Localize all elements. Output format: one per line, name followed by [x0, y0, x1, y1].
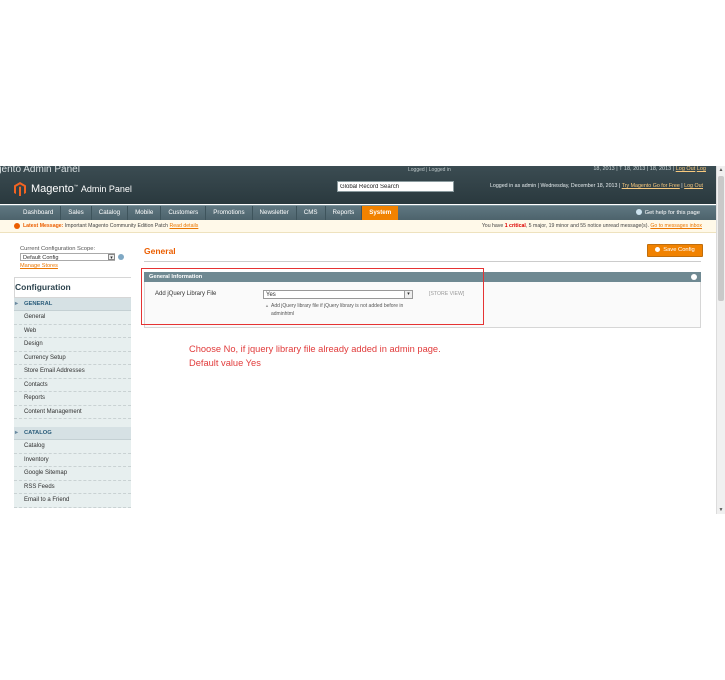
- ghost-dates: 18, 2013 | T 18, 2013 | 18, 2013 |: [593, 166, 675, 172]
- screenshot-area: gento Admin Panel Logged | Logged in 18,…: [0, 166, 725, 514]
- configuration-heading: Configuration: [14, 277, 131, 298]
- chevron-down-icon[interactable]: ▾: [108, 254, 115, 261]
- vertical-scrollbar[interactable]: ▲ ▼: [716, 166, 725, 514]
- magento-logo-icon: [14, 182, 26, 196]
- nav-reports[interactable]: Reports: [326, 206, 363, 220]
- sidebar-item-email-to-a-friend[interactable]: Email to a Friend: [14, 494, 131, 508]
- ghost-header-title: gento Admin Panel: [0, 166, 80, 175]
- ghost-logged-text: Logged | Logged in: [408, 167, 451, 173]
- message-summary: You have 1 critical, 5 major, 19 minor a…: [482, 220, 702, 232]
- logout-link[interactable]: Log Out: [684, 183, 703, 189]
- sidebar-gap: [14, 419, 131, 427]
- latest-message: Latest Message: Important Magento Commun…: [23, 220, 198, 232]
- latest-message-text: Important Magento Community Edition Patc…: [64, 223, 169, 229]
- title-divider: [144, 261, 701, 262]
- nav-customers[interactable]: Customers: [161, 206, 207, 220]
- help-link[interactable]: Get help for this page: [635, 206, 700, 220]
- help-label: Get help for this page: [644, 210, 700, 216]
- logo-suffix: Admin Panel: [80, 184, 132, 194]
- annotation-line-2: Default value Yes: [189, 357, 261, 368]
- logo-brand: Magento: [31, 183, 74, 195]
- scroll-thumb[interactable]: [718, 176, 724, 301]
- page-title: General: [144, 246, 176, 256]
- highlight-box: [141, 268, 484, 325]
- sidebar-item-google-sitemap[interactable]: Google Sitemap: [14, 467, 131, 481]
- critical-count: 1 critical: [504, 223, 526, 229]
- global-search-input[interactable]: [337, 181, 454, 192]
- scope-label: Current Configuration Scope:: [20, 246, 96, 252]
- latest-message-label: Latest Message:: [23, 223, 64, 229]
- scope-select[interactable]: Default Config: [20, 253, 115, 261]
- ghost-logout-link-2[interactable]: Log: [697, 166, 706, 172]
- magento-logo[interactable]: Magento™ Admin Panel: [14, 182, 132, 196]
- nav-catalog[interactable]: Catalog: [92, 206, 129, 220]
- sidebar-item-inventory[interactable]: Inventory: [14, 453, 131, 467]
- logo-text: Magento™ Admin Panel: [31, 183, 132, 195]
- ghost-logout-link[interactable]: Log Out: [676, 166, 696, 172]
- ghost-header-links: 18, 2013 | T 18, 2013 | 18, 2013 | Log O…: [593, 166, 706, 172]
- nav-items: Dashboard Sales Catalog Mobile Customers…: [16, 206, 399, 220]
- manage-stores-link[interactable]: Manage Stores: [20, 263, 131, 269]
- sidebar-item-reports[interactable]: Reports: [14, 392, 131, 406]
- logged-in-text: Logged in as admin | Wednesday, December…: [489, 183, 621, 189]
- save-config-label: Save Config: [663, 247, 695, 253]
- nav-system[interactable]: System: [362, 206, 399, 220]
- sidebar-item-web[interactable]: Web: [14, 324, 131, 338]
- nav-dashboard[interactable]: Dashboard: [16, 206, 62, 220]
- sidebar-item-store-email-addresses[interactable]: Store Email Addresses: [14, 365, 131, 379]
- sidebar-item-content-management[interactable]: Content Management: [14, 405, 131, 419]
- warning-icon: [14, 223, 20, 229]
- sidebar-item-design[interactable]: Design: [14, 338, 131, 352]
- nav-sales[interactable]: Sales: [61, 206, 92, 220]
- collapse-icon[interactable]: [691, 274, 697, 280]
- nav-newsletter[interactable]: Newsletter: [253, 206, 297, 220]
- admin-header: gento Admin Panel Logged | Logged in 18,…: [0, 166, 716, 204]
- sidebar-item-rss-feeds[interactable]: RSS Feeds: [14, 480, 131, 494]
- nav-promotions[interactable]: Promotions: [206, 206, 253, 220]
- sidebar-item-currency-setup[interactable]: Currency Setup: [14, 351, 131, 365]
- config-sidebar: Current Configuration Scope: Default Con…: [14, 246, 131, 508]
- header-separator: |: [681, 183, 683, 189]
- nav-mobile[interactable]: Mobile: [128, 206, 162, 220]
- messages-inbox-link[interactable]: Go to messages inbox: [650, 223, 702, 229]
- notification-bar: Latest Message: Important Magento Commun…: [0, 220, 716, 233]
- main-content: General Save Config General Information …: [144, 244, 703, 328]
- question-icon[interactable]: [118, 254, 124, 260]
- message-summary-counts: , 5 major, 19 minor and 55 notice unread…: [525, 223, 649, 229]
- sidebar-item-general[interactable]: General: [14, 311, 131, 325]
- scroll-down-icon[interactable]: ▼: [718, 507, 724, 513]
- try-magento-go-link[interactable]: Try Magento Go for Free: [622, 183, 680, 189]
- section-catalog[interactable]: CATALOG: [14, 427, 131, 440]
- scope-switcher[interactable]: Default Config ▾: [20, 253, 130, 262]
- save-config-button[interactable]: Save Config: [647, 244, 703, 257]
- help-icon: [635, 209, 642, 215]
- main-nav: Dashboard Sales Catalog Mobile Customers…: [0, 205, 716, 220]
- sidebar-item-contacts[interactable]: Contacts: [14, 378, 131, 392]
- annotation-text: Choose No, if jquery library file alread…: [189, 343, 449, 370]
- header-user-info: Logged in as admin | Wednesday, December…: [490, 183, 703, 189]
- read-details-link[interactable]: Read details: [170, 223, 199, 229]
- annotation-line-1: Choose No, if jquery library file alread…: [189, 344, 441, 354]
- sidebar-item-catalog[interactable]: Catalog: [14, 440, 131, 454]
- scroll-up-icon[interactable]: ▲: [718, 167, 724, 173]
- save-icon: [655, 246, 661, 252]
- section-general[interactable]: GENERAL: [14, 298, 131, 311]
- nav-cms[interactable]: CMS: [297, 206, 326, 220]
- message-summary-prefix: You have: [481, 223, 504, 229]
